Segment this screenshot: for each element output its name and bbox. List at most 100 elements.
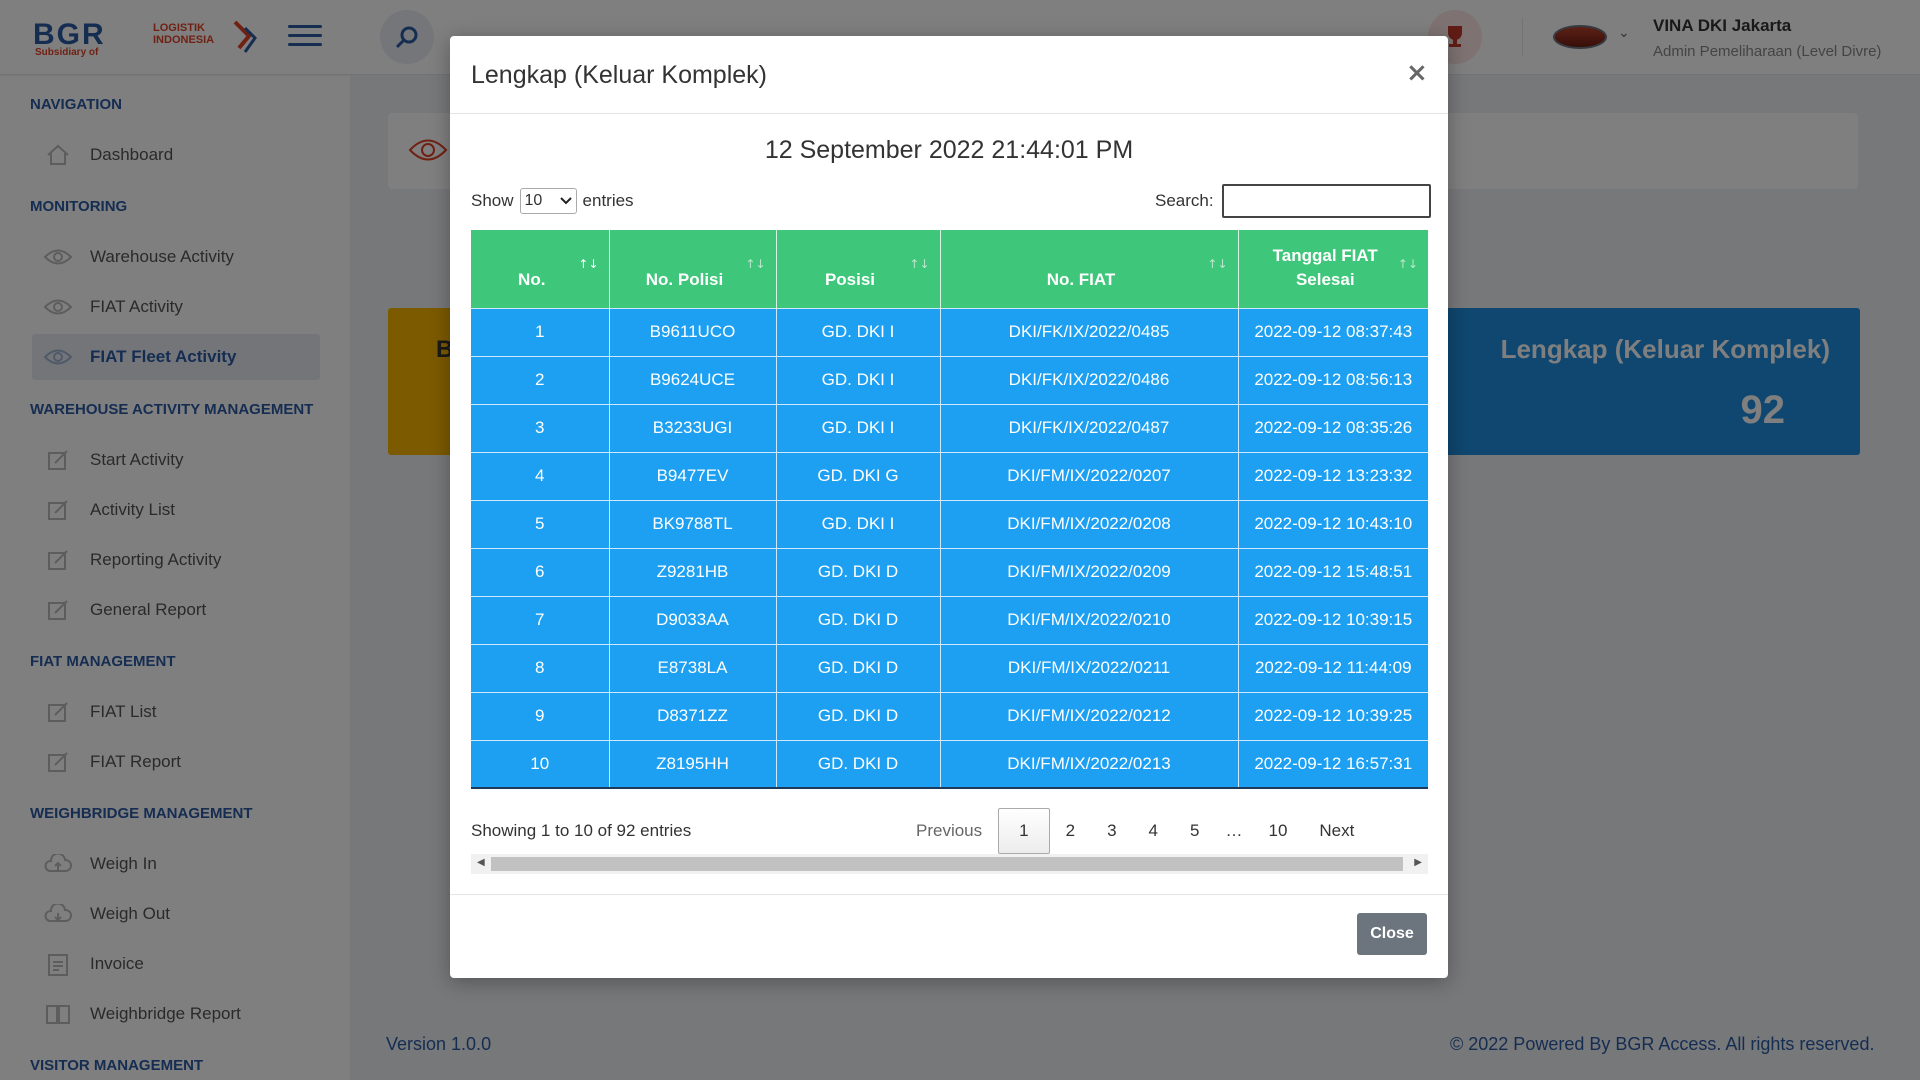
pagination: Previous 1 2 3 4 5 … 10 Next [900, 807, 1370, 855]
table-row[interactable]: 3 B3233UGI GD. DKI I DKI/FK/IX/2022/0487 202… [471, 403, 1428, 452]
cell-no-polisi: B3233UGI [609, 403, 777, 452]
cell-no-fiat: DKI/FM/IX/2022/0212 [940, 691, 1239, 740]
sort-icon: ↑↓ [1397, 257, 1418, 271]
pagination-previous[interactable]: Previous [900, 808, 998, 854]
cell-tanggal: 2022-09-12 08:56:13 [1238, 355, 1428, 404]
pagination-page-1[interactable]: 1 [998, 808, 1050, 854]
cell-posisi: GD. DKI D [776, 547, 941, 596]
table-row[interactable]: 9 D8371ZZ GD. DKI D DKI/FM/IX/2022/0212 2022… [471, 691, 1428, 740]
column-header-posisi[interactable]: Posisi ↑↓ [776, 230, 941, 308]
close-button[interactable]: Close [1357, 913, 1427, 955]
cell-no-polisi: BK9788TL [609, 499, 777, 548]
table-row[interactable]: 5 BK9788TL GD. DKI I DKI/FM/IX/2022/0208 202… [471, 499, 1428, 548]
cell-no-polisi: B9611UCO [609, 307, 777, 356]
scroll-right-icon[interactable]: ▶ [1414, 857, 1422, 868]
cell-tanggal: 2022-09-12 08:37:43 [1238, 307, 1428, 356]
cell-no-fiat: DKI/FM/IX/2022/0213 [940, 739, 1239, 789]
cell-no-fiat: DKI/FM/IX/2022/0207 [940, 451, 1239, 500]
pagination-ellipsis: … [1225, 821, 1243, 840]
cell-tanggal: 2022-09-12 13:23:32 [1238, 451, 1428, 500]
cell-no-fiat: DKI/FM/IX/2022/0211 [940, 643, 1239, 692]
cell-tanggal: 2022-09-12 08:35:26 [1238, 403, 1428, 452]
fiat-table: No. ↑↓ No. Polisi ↑↓ Posisi ↑↓ No. FIAT ↑↓ T… [471, 230, 1428, 789]
sort-icon: ↑↓ [745, 257, 766, 271]
cell-no-fiat: DKI/FK/IX/2022/0487 [940, 403, 1239, 452]
column-header-tanggal-fiat-selesai[interactable]: Tanggal FIAT Selesai ↑↓ [1238, 230, 1428, 308]
modal-title: Lengkap (Keluar Komplek) [471, 61, 767, 89]
cell-no: 3 [471, 403, 610, 452]
table-info: Showing 1 to 10 of 92 entries [471, 821, 692, 840]
column-header-no-polisi[interactable]: No. Polisi ↑↓ [609, 230, 777, 308]
cell-no-fiat: DKI/FM/IX/2022/0208 [940, 499, 1239, 548]
cell-no: 2 [471, 355, 610, 404]
cell-no: 10 [471, 739, 610, 789]
modal-header: Lengkap (Keluar Komplek) × [450, 36, 1448, 114]
table-row[interactable]: 1 B9611UCO GD. DKI I DKI/FK/IX/2022/0485 202… [471, 307, 1428, 356]
cell-no-fiat: DKI/FM/IX/2022/0210 [940, 595, 1239, 644]
modal-footer: Close [450, 894, 1448, 978]
entries-label: entries [582, 191, 634, 210]
table-row[interactable]: 8 E8738LA GD. DKI D DKI/FM/IX/2022/0211 2022… [471, 643, 1428, 692]
pagination-page-4[interactable]: 4 [1133, 808, 1174, 854]
cell-no-polisi: Z9281HB [609, 547, 777, 596]
search-input[interactable] [1221, 184, 1431, 218]
page-length-value: 10 [524, 192, 543, 209]
pagination-page-5[interactable]: 5 [1174, 808, 1215, 854]
cell-no: 8 [471, 643, 610, 692]
close-icon[interactable]: × [1406, 58, 1428, 88]
cell-posisi: GD. DKI G [776, 451, 941, 500]
cell-tanggal: 2022-09-12 10:39:25 [1238, 691, 1428, 740]
table-search: Search: [1155, 184, 1431, 218]
column-header-no[interactable]: No. ↑↓ [471, 230, 610, 308]
search-label: Search: [1155, 191, 1214, 210]
horizontal-scrollbar[interactable]: ◀ ▶ [471, 854, 1428, 874]
table-row[interactable]: 2 B9624UCE GD. DKI I DKI/FK/IX/2022/0486 202… [471, 355, 1428, 404]
table-row[interactable]: 6 Z9281HB GD. DKI D DKI/FM/IX/2022/0209 2022… [471, 547, 1428, 596]
cell-no-polisi: B9477EV [609, 451, 777, 500]
cell-posisi: GD. DKI I [776, 499, 941, 548]
sort-icon: ↑↓ [909, 257, 930, 271]
cell-no-fiat: DKI/FK/IX/2022/0485 [940, 307, 1239, 356]
cell-no-polisi: B9624UCE [609, 355, 777, 404]
cell-no: 1 [471, 307, 610, 356]
show-label: Show [471, 191, 514, 210]
cell-no: 9 [471, 691, 610, 740]
detail-modal: Lengkap (Keluar Komplek) × 12 September … [450, 36, 1448, 978]
table-row[interactable]: 10 Z8195HH GD. DKI D DKI/FM/IX/2022/0213 202… [471, 739, 1428, 789]
cell-no-polisi: D9033AA [609, 595, 777, 644]
cell-no: 4 [471, 451, 610, 500]
table-body: 1 B9611UCO GD. DKI I DKI/FK/IX/2022/0485 202… [471, 307, 1428, 789]
cell-tanggal: 2022-09-12 16:57:31 [1238, 739, 1428, 789]
cell-no-polisi: E8738LA [609, 643, 777, 692]
table-row[interactable]: 4 B9477EV GD. DKI G DKI/FM/IX/2022/0207 2022… [471, 451, 1428, 500]
cell-no: 5 [471, 499, 610, 548]
cell-posisi: GD. DKI D [776, 595, 941, 644]
table-row[interactable]: 7 D9033AA GD. DKI D DKI/FM/IX/2022/0210 2022… [471, 595, 1428, 644]
cell-tanggal: 2022-09-12 10:43:10 [1238, 499, 1428, 548]
table-header-row: No. ↑↓ No. Polisi ↑↓ Posisi ↑↓ No. FIAT ↑↓ T… [471, 230, 1428, 308]
cell-no-polisi: Z8195HH [609, 739, 777, 789]
column-header-no-fiat[interactable]: No. FIAT ↑↓ [940, 230, 1239, 308]
cell-posisi: GD. DKI D [776, 643, 941, 692]
page-length-select[interactable]: 10 [519, 188, 577, 214]
page-length-control: Show 10 entries [471, 188, 634, 214]
pagination-page-3[interactable]: 3 [1091, 808, 1132, 854]
scroll-left-icon[interactable]: ◀ [477, 857, 485, 868]
report-datetime: 12 September 2022 21:44:01 PM [764, 136, 1134, 164]
cell-tanggal: 2022-09-12 10:39:15 [1238, 595, 1428, 644]
cell-tanggal: 2022-09-12 15:48:51 [1238, 547, 1428, 596]
pagination-page-10[interactable]: 10 [1252, 808, 1303, 854]
pagination-page-2[interactable]: 2 [1050, 808, 1091, 854]
cell-posisi: GD. DKI I [776, 403, 941, 452]
sort-asc-icon: ↑↓ [578, 257, 599, 271]
cell-posisi: GD. DKI D [776, 691, 941, 740]
scrollbar-thumb[interactable] [491, 857, 1403, 871]
cell-no: 7 [471, 595, 610, 644]
cell-posisi: GD. DKI I [776, 355, 941, 404]
cell-posisi: GD. DKI I [776, 307, 941, 356]
cell-no-fiat: DKI/FM/IX/2022/0209 [940, 547, 1239, 596]
cell-posisi: GD. DKI D [776, 739, 941, 789]
cell-tanggal: 2022-09-12 11:44:09 [1238, 643, 1428, 692]
pagination-next[interactable]: Next [1303, 808, 1370, 854]
chevron-down-icon [559, 197, 572, 205]
